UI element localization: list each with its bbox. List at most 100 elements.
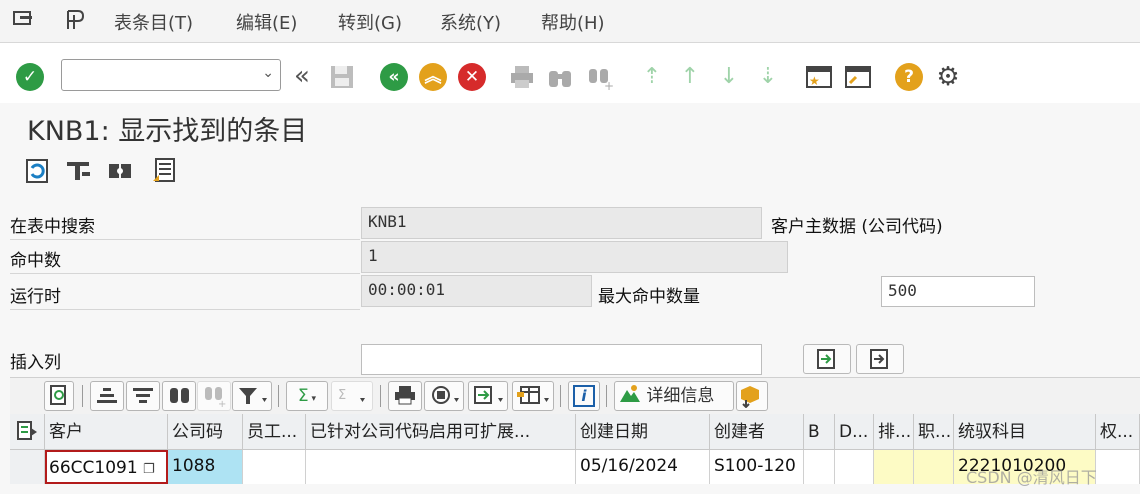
column-header[interactable]: 职... <box>914 414 954 450</box>
insert-column-label: 插入列 <box>10 353 61 373</box>
sort-ascending-button[interactable] <box>90 381 124 411</box>
menu-help[interactable]: 帮助(H) <box>541 9 605 35</box>
sort-ascending-icon <box>97 388 117 403</box>
page-title: KNB1: 显示找到的条目 <box>27 116 308 147</box>
settings-gear-icon[interactable]: ⚙ <box>934 63 962 91</box>
alv-toolbar: + Σ ▾ Σ i 详细信息 <box>10 377 1140 414</box>
table-cell[interactable] <box>243 450 306 484</box>
chevron-down-icon[interactable]: ⌄ <box>262 65 274 81</box>
table-cell[interactable]: S100-120 <box>710 450 804 484</box>
separator <box>380 385 381 407</box>
details-view-button[interactable] <box>44 381 74 411</box>
table-cell[interactable] <box>874 450 914 484</box>
table-cell[interactable]: 1088 <box>168 450 243 484</box>
customize-icon[interactable] <box>64 9 86 31</box>
help-icon[interactable]: ? <box>895 63 923 91</box>
column-header[interactable]: 公司码 <box>168 414 243 450</box>
column-header[interactable]: D... <box>835 414 874 450</box>
table-description: 客户主数据 (公司代码) <box>771 217 943 237</box>
max-hits-input[interactable]: 500 <box>881 276 1035 307</box>
find-icon[interactable] <box>546 63 574 91</box>
layout-button[interactable] <box>512 381 554 411</box>
table-contents-icon[interactable] <box>150 156 180 186</box>
subtotal-button[interactable]: Σ <box>331 381 373 411</box>
filter-button[interactable] <box>232 381 272 411</box>
insert-column-icon <box>817 349 835 369</box>
column-header[interactable]: 创建日期 <box>576 414 710 450</box>
info-button[interactable]: i <box>568 381 600 411</box>
table-cell[interactable] <box>835 450 874 484</box>
menu-bar: 表条目(T) 编辑(E) 转到(G) 系统(Y) 帮助(H) <box>0 0 1140 43</box>
total-button[interactable]: Σ ▾ <box>286 381 328 411</box>
exit-icon[interactable]: ︽ <box>419 63 447 91</box>
next-page-icon[interactable]: ↓ <box>715 63 743 91</box>
create-shortcut-icon[interactable] <box>844 63 872 91</box>
separator <box>82 385 83 407</box>
table-cell[interactable] <box>1096 450 1140 484</box>
find-next-button[interactable]: + <box>197 381 231 411</box>
binoculars-icon <box>170 388 189 403</box>
separator <box>278 385 279 407</box>
insert-column-button[interactable] <box>803 344 851 374</box>
table-cell[interactable] <box>914 450 954 484</box>
divider <box>10 273 360 274</box>
selection-criteria-icon[interactable] <box>64 156 94 186</box>
watermark: CSDN @清风日下 <box>966 468 1097 487</box>
column-header[interactable]: 创建者 <box>710 414 804 450</box>
cube-icon <box>741 386 759 409</box>
max-hits-label: 最大命中数量 <box>598 287 700 307</box>
svg-text:+: + <box>218 399 226 408</box>
standard-toolbar: ✓ ⌄ « « ︽ ✕ + ⇡ ↑ ↓ ⇣ ★ ? ⚙ <box>0 43 1140 103</box>
select-all-icon[interactable] <box>10 414 45 450</box>
enter-check-icon[interactable]: ✓ <box>16 63 44 91</box>
menu-goto[interactable]: 转到(G) <box>338 9 402 35</box>
column-header[interactable]: 已针对公司代码启用可扩展... <box>306 414 576 450</box>
save-icon[interactable] <box>328 63 356 91</box>
export-button[interactable] <box>468 381 508 411</box>
transport-icon[interactable] <box>106 156 136 186</box>
command-field[interactable]: ⌄ <box>61 59 281 91</box>
menu-table-entry[interactable]: 表条目(T) <box>114 9 193 35</box>
previous-page-icon[interactable]: ↑ <box>676 63 704 91</box>
views-icon <box>432 386 459 404</box>
copy-icon[interactable]: ❐ <box>143 462 155 477</box>
find-next-icon[interactable]: + <box>586 63 614 93</box>
separator <box>560 385 561 407</box>
details-button[interactable]: 详细信息 <box>614 381 734 411</box>
column-header[interactable]: 客户 <box>45 414 168 450</box>
filter-icon <box>239 388 267 404</box>
cancel-icon[interactable]: ✕ <box>458 63 486 91</box>
views-button[interactable] <box>424 381 464 411</box>
sort-descending-button[interactable] <box>126 381 160 411</box>
create-session-icon[interactable]: ★ <box>805 63 833 91</box>
separator <box>606 385 607 407</box>
table-cell[interactable] <box>804 450 835 484</box>
print-preview-button[interactable] <box>388 381 422 411</box>
column-header[interactable]: 权... <box>1096 414 1140 450</box>
print-icon[interactable] <box>508 63 536 91</box>
table-cell[interactable]: 05/16/2024 <box>576 450 710 484</box>
subtotal-icon: Σ <box>338 388 365 403</box>
change-layout-button[interactable] <box>736 381 768 411</box>
menu-edit[interactable]: 编辑(E) <box>236 9 297 35</box>
column-header[interactable]: 员工... <box>243 414 306 450</box>
first-page-icon[interactable]: ⇡ <box>638 63 666 91</box>
export-icon <box>474 386 503 404</box>
row-selector[interactable] <box>10 450 45 484</box>
column-header[interactable]: 排... <box>874 414 914 450</box>
refresh-icon[interactable] <box>22 156 52 186</box>
hits-label: 命中数 <box>10 251 61 271</box>
column-header[interactable]: 统驭科目 <box>954 414 1096 450</box>
double-chevron-left-icon[interactable]: « <box>288 63 316 91</box>
insert-column-input[interactable] <box>361 344 762 375</box>
last-page-icon[interactable]: ⇣ <box>754 63 782 91</box>
menu-system[interactable]: 系统(Y) <box>440 9 501 35</box>
table-cell-customer[interactable]: 66CC1091 ❐ <box>45 450 168 484</box>
menu-icon[interactable] <box>12 9 34 29</box>
back-icon[interactable]: « <box>380 63 408 91</box>
print-icon <box>395 386 415 405</box>
column-header[interactable]: B <box>804 414 835 450</box>
find-button[interactable] <box>162 381 196 411</box>
table-cell[interactable] <box>306 450 576 484</box>
remove-column-button[interactable] <box>856 344 904 374</box>
